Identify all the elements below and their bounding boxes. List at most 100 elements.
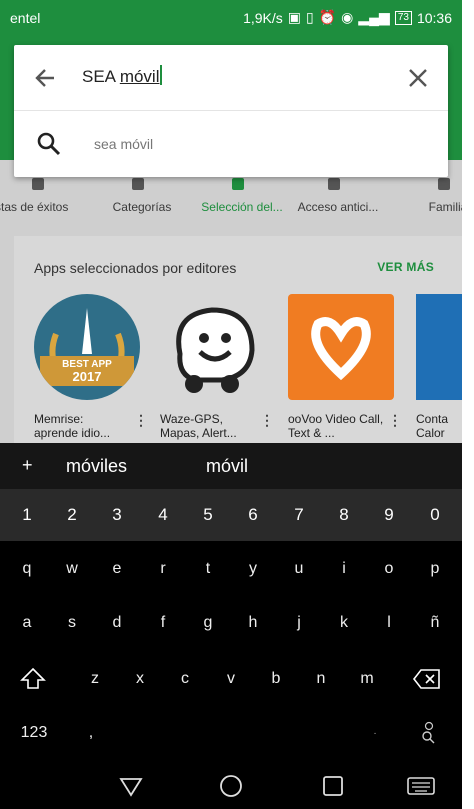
screen: entel 1,9K/s ▣ ▯ ⏰ ◉ ▂▄▆ 73 10:36 Listas… xyxy=(0,0,474,809)
key-8[interactable]: 8 xyxy=(321,489,367,541)
backspace-icon xyxy=(412,669,440,689)
key-k[interactable]: k xyxy=(321,595,367,651)
recents-square-icon[interactable] xyxy=(320,773,346,799)
comma-key[interactable]: , xyxy=(68,705,114,761)
back-arrow-icon[interactable] xyxy=(32,64,60,92)
key-a[interactable]: a xyxy=(4,595,50,651)
home-circle-icon[interactable] xyxy=(218,773,244,799)
app-tile-oovoo[interactable]: ooVoo Video Call, Text & ... ⋮ xyxy=(288,294,402,444)
key-j[interactable]: j xyxy=(276,595,322,651)
chart-icon xyxy=(32,178,44,190)
query-prefix: SEA xyxy=(82,67,120,86)
tab-label: Listas de éxitos xyxy=(0,200,69,214)
card-title: Apps seleccionados por editores xyxy=(34,260,237,276)
search-input[interactable]: SEA móvil xyxy=(82,65,372,91)
key-b[interactable]: b xyxy=(253,651,299,707)
search-suggestion[interactable]: sea móvil xyxy=(14,111,448,177)
key-c[interactable]: c xyxy=(162,651,208,707)
search-icon xyxy=(37,132,61,156)
status-bar: entel 1,9K/s ▣ ▯ ⏰ ◉ ▂▄▆ 73 10:36 xyxy=(0,0,462,36)
more-options-icon[interactable]: ⋮ xyxy=(388,412,402,429)
key-1[interactable]: 1 xyxy=(4,489,50,541)
suggestion-text: sea móvil xyxy=(94,136,154,152)
network-speed: 1,9K/s xyxy=(243,9,283,26)
family-icon xyxy=(438,178,450,190)
backspace-key[interactable] xyxy=(404,651,450,707)
key-y[interactable]: y xyxy=(230,541,276,597)
back-triangle-icon[interactable] xyxy=(118,773,144,799)
app-name: Conta Calor xyxy=(416,412,449,440)
key-enye[interactable]: ñ xyxy=(412,595,458,651)
key-4[interactable]: 4 xyxy=(140,489,186,541)
partial-app-icon xyxy=(416,294,462,400)
app-name: Waze-GPS, Mapas, Alert... xyxy=(160,412,237,440)
best-app-badge: BEST APP 2017 xyxy=(40,356,134,386)
key-n[interactable]: n xyxy=(298,651,344,707)
key-s[interactable]: s xyxy=(49,595,95,651)
status-icons: 1,9K/s ▣ ▯ ⏰ ◉ ▂▄▆ 73 10:36 xyxy=(243,9,452,26)
carrier-label: entel xyxy=(10,10,41,26)
key-p[interactable]: p xyxy=(412,541,458,597)
key-e[interactable]: e xyxy=(94,541,140,597)
key-2[interactable]: 2 xyxy=(49,489,95,541)
categories-icon xyxy=(132,178,144,190)
key-d[interactable]: d xyxy=(94,595,140,651)
app-name: ooVoo Video Call, Text & ... xyxy=(288,412,384,440)
numbers-mode-key[interactable]: 123 xyxy=(4,705,64,761)
key-0[interactable]: 0 xyxy=(412,489,458,541)
key-o[interactable]: o xyxy=(366,541,412,597)
search-row: SEA móvil xyxy=(14,45,448,111)
app-tile-partial[interactable]: Conta Calor xyxy=(416,294,462,444)
key-w[interactable]: w xyxy=(49,541,95,597)
more-options-icon[interactable]: ⋮ xyxy=(260,412,274,429)
keyboard-icon[interactable] xyxy=(406,773,436,799)
emoji-search-key[interactable] xyxy=(406,705,452,761)
search-icon xyxy=(422,721,435,744)
shift-key[interactable] xyxy=(10,651,56,707)
app-tile-waze[interactable]: Waze-GPS, Mapas, Alert... ⋮ xyxy=(160,294,274,444)
vibrate-icon: ▯ xyxy=(306,9,314,25)
suggestion-word[interactable]: móviles xyxy=(66,456,127,477)
navigation-bar xyxy=(0,763,462,809)
key-3[interactable]: 3 xyxy=(94,489,140,541)
clock: 10:36 xyxy=(416,9,452,26)
more-options-icon[interactable]: ⋮ xyxy=(134,412,148,429)
key-z[interactable]: z xyxy=(72,651,118,707)
add-word-button[interactable]: + xyxy=(22,455,33,476)
key-g[interactable]: g xyxy=(185,595,231,651)
tab-label: Selección del... xyxy=(201,200,283,214)
key-6[interactable]: 6 xyxy=(230,489,276,541)
key-x[interactable]: x xyxy=(117,651,163,707)
space-bar[interactable] xyxy=(118,705,338,761)
key-i[interactable]: i xyxy=(321,541,367,597)
letter-row-2: a s d f g h j k l ñ xyxy=(0,595,462,651)
key-5[interactable]: 5 xyxy=(185,489,231,541)
key-f[interactable]: f xyxy=(140,595,186,651)
keyboard: + móviles móvil 1 2 3 4 5 6 7 8 9 0 q w … xyxy=(0,443,462,809)
key-9[interactable]: 9 xyxy=(366,489,412,541)
see-more-button[interactable]: VER MÁS xyxy=(377,260,434,274)
alarm-icon: ⏰ xyxy=(318,9,337,25)
app-name: Memrise: aprende idio... xyxy=(34,412,111,440)
close-icon[interactable] xyxy=(404,64,432,92)
key-t[interactable]: t xyxy=(185,541,231,597)
key-u[interactable]: u xyxy=(276,541,322,597)
key-m[interactable]: m xyxy=(344,651,390,707)
suggestion-word[interactable]: móvil xyxy=(206,456,248,477)
battery-icon: 73 xyxy=(394,10,412,25)
key-h[interactable]: h xyxy=(230,595,276,651)
query-word: móvil xyxy=(119,67,160,86)
period-key[interactable]: · xyxy=(352,705,398,761)
editors-choice-icon xyxy=(232,178,244,190)
key-v[interactable]: v xyxy=(208,651,254,707)
app-tile-memrise[interactable]: BEST APP 2017 Memrise: aprende idio... ⋮ xyxy=(34,294,148,444)
tab-label: Acceso antici... xyxy=(297,200,379,214)
letter-row-1: q w e r t y u i o p xyxy=(0,541,462,597)
letter-row-3: z x c v b n m xyxy=(0,651,462,707)
oovoo-app-icon xyxy=(288,294,394,400)
early-access-icon xyxy=(328,178,340,190)
key-q[interactable]: q xyxy=(4,541,50,597)
key-r[interactable]: r xyxy=(140,541,186,597)
key-l[interactable]: l xyxy=(366,595,412,651)
key-7[interactable]: 7 xyxy=(276,489,322,541)
